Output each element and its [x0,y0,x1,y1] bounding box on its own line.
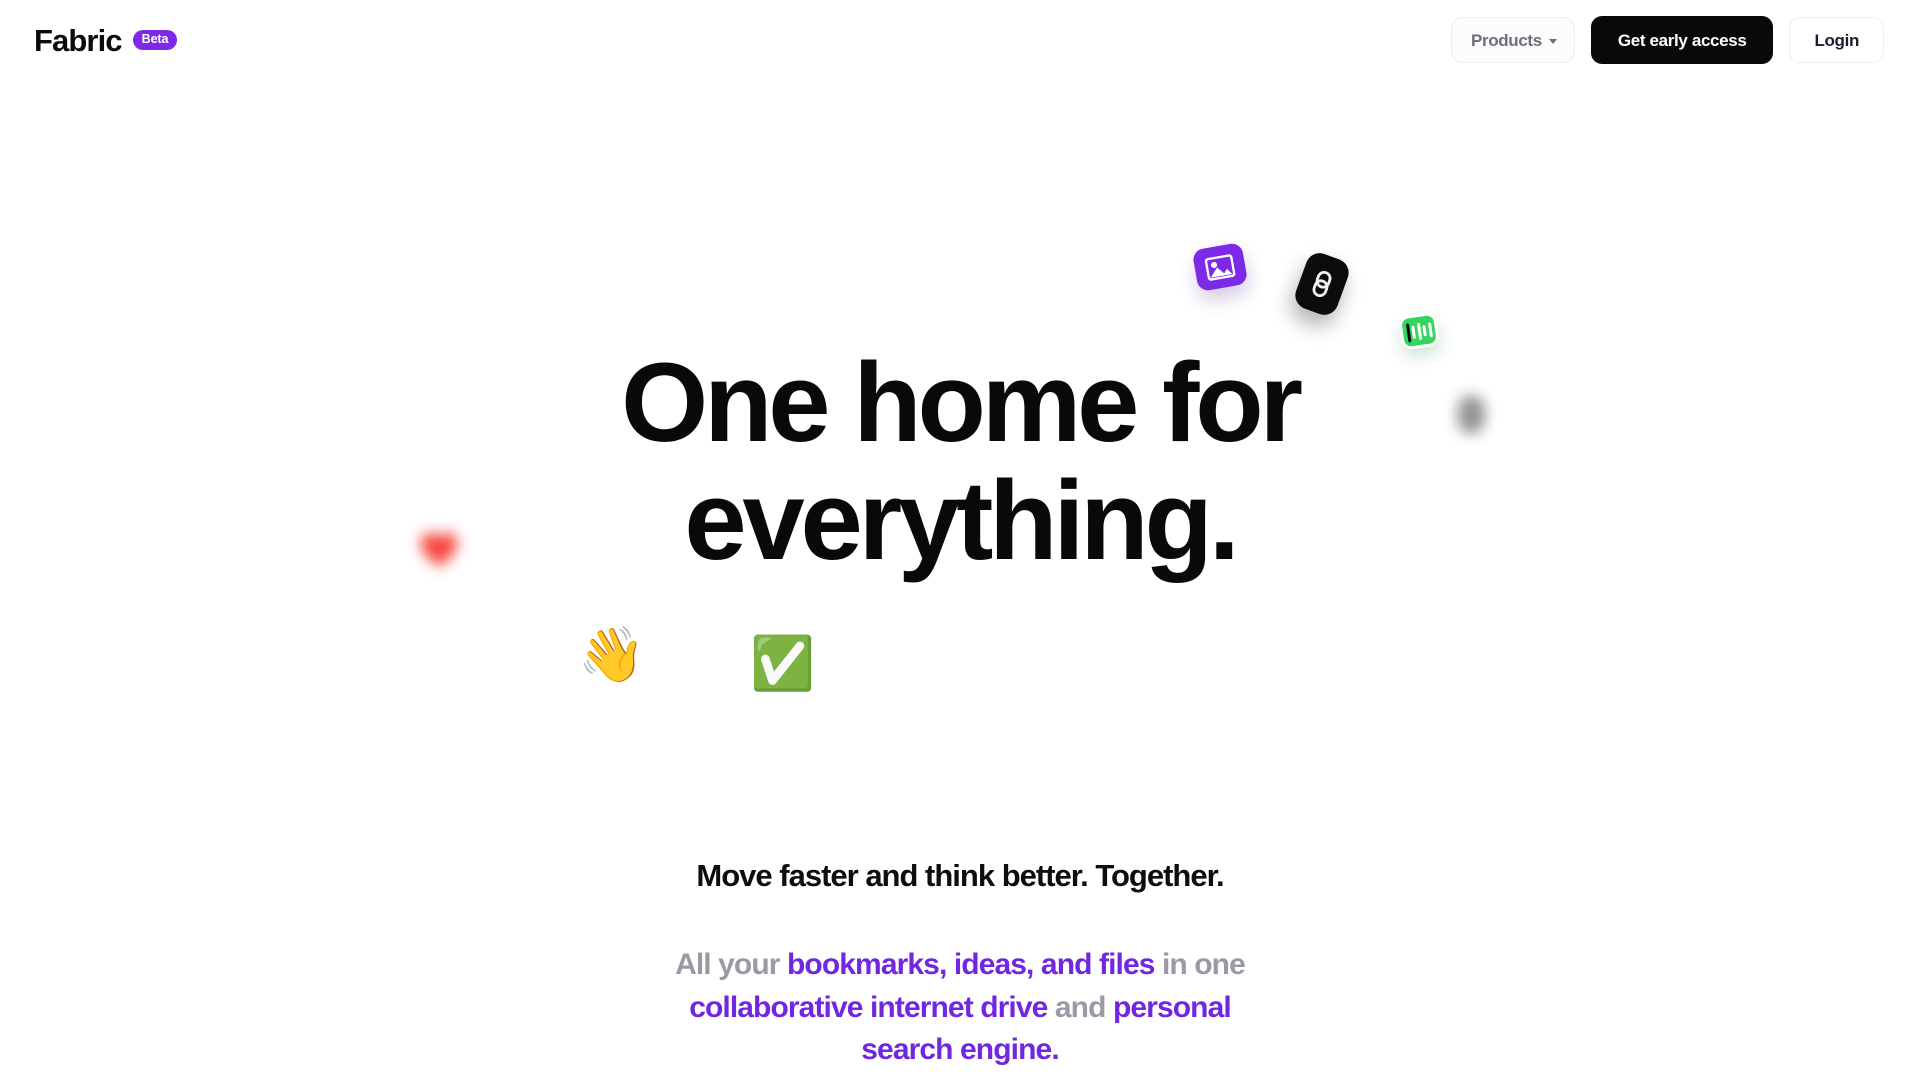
header-actions: Products Get early access Login [1450,16,1884,64]
hero-section: 👋 ✅ One home for everything. Move faster… [0,0,1920,1080]
brand-logo[interactable]: Fabric Beta [34,22,178,58]
beta-badge: Beta [132,30,178,50]
lede-part-1: All your [675,948,787,981]
products-dropdown-button[interactable]: Products [1450,17,1575,63]
get-early-access-button[interactable]: Get early access [1590,16,1774,64]
lede-part-2: in one [1154,948,1246,981]
hero-lede: All your bookmarks, ideas, and files in … [640,944,1280,1072]
hero-headline: One home for everything. [0,344,1920,579]
waving-hand-emoji: 👋 [578,623,646,686]
image-tile-icon [1191,241,1249,293]
products-label: Products [1470,30,1542,50]
login-button[interactable]: Login [1789,17,1884,63]
link-tile-icon [1291,249,1353,319]
hero-subheadline: Move faster and think better. Together. [696,858,1224,893]
chevron-down-icon [1548,38,1557,44]
lede-highlight-1: bookmarks, ideas, and files [787,948,1155,981]
site-header: Fabric Beta Products Get early access Lo… [0,0,1920,80]
check-mark-button-emoji: ✅ [750,634,815,694]
headline-line-2: everything. [684,457,1240,583]
lede-highlight-2: collaborative internet drive [689,990,1048,1024]
bars-tile-icon [1397,311,1441,351]
lede-part-3: and [1047,990,1113,1024]
lede-part-4: . [1051,1033,1059,1067]
headline-line-1: One home for [621,340,1303,465]
brand-name: Fabric [34,22,123,58]
